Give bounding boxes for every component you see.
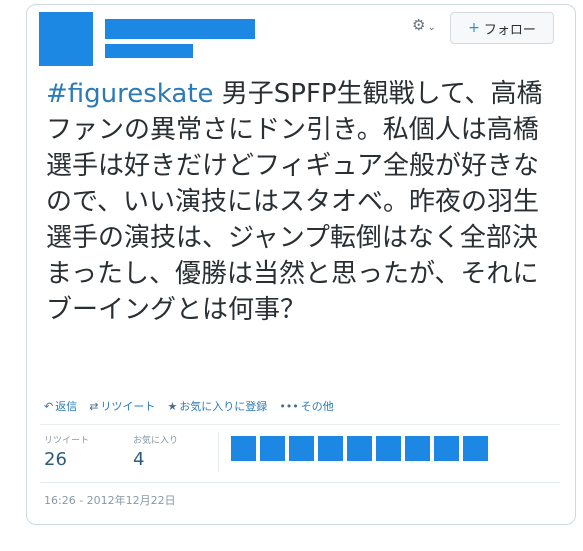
chevron-down-icon: ⌄ <box>427 22 436 33</box>
favoriter-avatar[interactable] <box>405 436 430 461</box>
favoriter-avatar[interactable] <box>318 436 343 461</box>
favoriter-avatar[interactable] <box>289 436 314 461</box>
reply-button[interactable]: ↶ 返信 <box>44 398 77 414</box>
reply-label: 返信 <box>55 400 78 413</box>
retweets-label: リツイート <box>44 436 90 446</box>
user-name-redacted[interactable] <box>105 19 255 39</box>
gear-menu-button[interactable]: ⚙ ⌄ <box>412 16 436 34</box>
tweet-text: #figureskate 男子SPFP生観戦して、高橋ファンの異常さにドン引き。… <box>46 76 556 328</box>
stats-separator <box>218 432 219 472</box>
favoriter-avatar[interactable] <box>463 436 488 461</box>
reply-icon: ↶ <box>44 399 54 413</box>
more-button[interactable]: ••• その他 <box>279 398 333 414</box>
tweet-actions: ↶ 返信 ⇄ リツイート ★ お気に入りに登録 ••• その他 <box>44 398 334 414</box>
favorite-label: お気に入りに登録 <box>179 400 268 413</box>
star-icon: ★ <box>167 399 178 413</box>
favoriter-avatar[interactable] <box>376 436 401 461</box>
retweets-count[interactable]: 26 <box>44 449 67 470</box>
tweet-body: 男子SPFP生観戦して、高橋ファンの異常さにドン引き。私個人は高橋選手は好きだけ… <box>46 79 543 325</box>
follow-button[interactable]: + フォロー <box>450 12 554 44</box>
person-plus-icon: + <box>468 20 480 36</box>
divider <box>40 424 560 425</box>
favorites-count[interactable]: 4 <box>133 449 144 470</box>
user-handle-redacted[interactable] <box>105 44 193 58</box>
favorite-button[interactable]: ★ お気に入りに登録 <box>167 398 267 414</box>
more-dots-icon: ••• <box>279 399 299 413</box>
favoriter-avatar[interactable] <box>347 436 372 461</box>
favoriter-avatar[interactable] <box>231 436 256 461</box>
retweet-button[interactable]: ⇄ リツイート <box>89 398 155 414</box>
more-label: その他 <box>300 400 334 413</box>
divider <box>40 482 560 483</box>
retweet-icon: ⇄ <box>89 399 99 413</box>
follow-label: フォロー <box>483 22 536 38</box>
favoriter-avatar[interactable] <box>434 436 459 461</box>
favoriter-avatar[interactable] <box>260 436 285 461</box>
gear-icon: ⚙ <box>412 16 426 34</box>
favorites-label: お気に入り <box>133 436 179 446</box>
avatar[interactable] <box>39 12 93 66</box>
hashtag-link[interactable]: #figureskate <box>46 79 214 109</box>
retweet-label: リツイート <box>100 400 156 413</box>
favoriter-avatars <box>231 436 488 461</box>
tweet-timestamp[interactable]: 16:26 - 2012年12月22日 <box>44 492 176 508</box>
